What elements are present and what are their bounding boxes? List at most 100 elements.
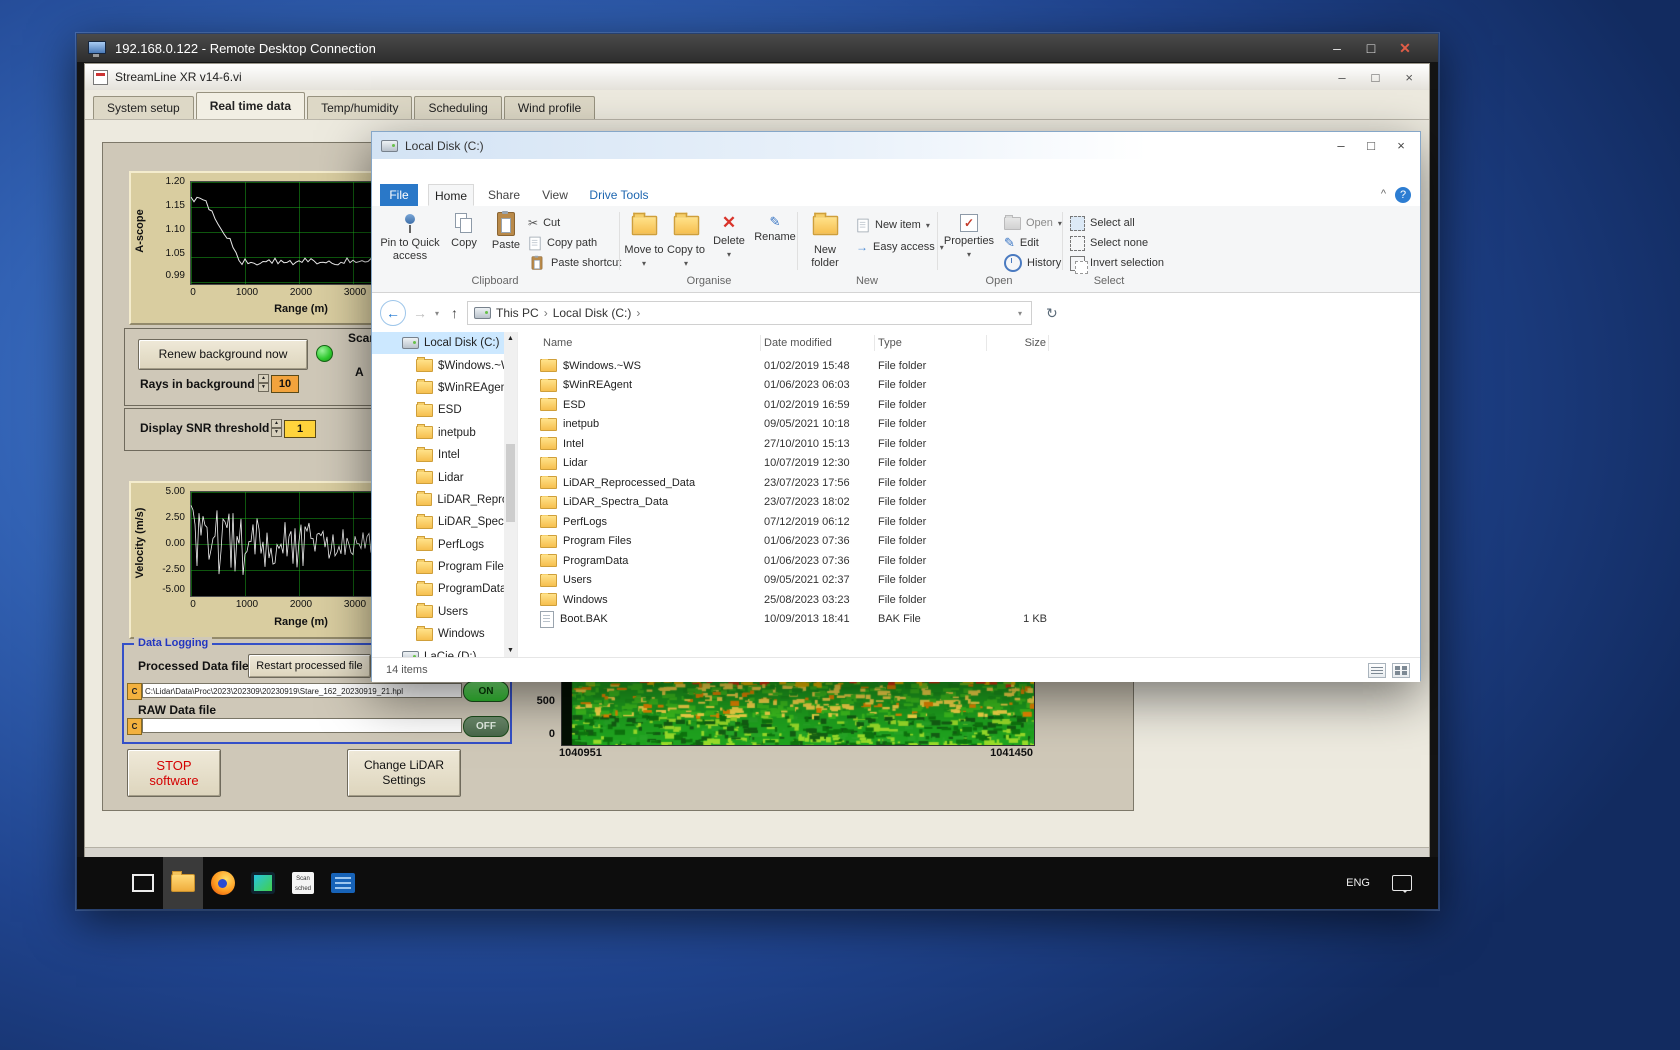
tree-item[interactable]: Local Disk (C:) [372,332,517,355]
tree-item[interactable]: $Windows.~W [372,354,517,376]
tree-item[interactable]: Program Files [372,556,517,578]
file-row[interactable]: LiDAR_Reprocessed_Data 23/07/2023 17:56 … [518,473,1420,493]
explorer-titlebar[interactable]: Local Disk (C:) – □ × [372,132,1420,159]
tree-item[interactable]: PerfLogs [372,534,517,556]
app-window-taskbar-button[interactable] [243,857,283,909]
restart-processed-file-button[interactable]: Restart processed file [248,654,371,678]
tab-share[interactable]: Share [482,184,526,206]
scroll-down-icon[interactable]: ▼ [504,644,517,657]
file-row[interactable]: ESD 01/02/2019 16:59 File folder [518,395,1420,415]
delete-button[interactable]: ✕ Delete ▾ [708,209,750,273]
close-button[interactable]: × [1405,70,1413,85]
file-row[interactable]: PerfLogs 07/12/2019 06:12 File folder [518,512,1420,532]
rename-button[interactable]: ✎ Rename [752,209,798,273]
close-button[interactable]: ✕ [1396,40,1414,57]
spin-down-icon[interactable]: ▼ [258,383,269,392]
open-button[interactable]: Open ▾ [1004,214,1062,232]
tab-scheduling[interactable]: Scheduling [414,96,502,119]
minimize-button[interactable]: – [1328,40,1346,57]
maximize-button[interactable]: □ [1360,138,1382,153]
address-dropdown-icon[interactable]: ▾ [1018,309,1022,318]
renew-background-button[interactable]: Renew background now [138,339,308,370]
maximize-button[interactable]: □ [1362,40,1380,57]
tab-wind-profile[interactable]: Wind profile [503,96,596,119]
help-icon[interactable]: ? [1395,187,1411,203]
file-row[interactable]: Boot.BAK 10/09/2013 18:41 BAK File 1 KB [518,610,1420,630]
tree-scrollbar[interactable]: ▲ ▼ [504,332,517,657]
history-button[interactable]: History [1004,254,1061,272]
raw-file-path-input[interactable] [142,718,462,733]
new-folder-button[interactable]: New folder [802,209,848,273]
column-header-name[interactable]: Name [518,335,761,351]
copy-path-button[interactable]: Copy path [528,234,597,252]
tab-real-time-data[interactable]: Real time data [195,92,306,119]
tree-item[interactable]: $WinREAgent [372,377,517,399]
refresh-icon[interactable]: ↻ [1046,305,1058,322]
tree-item[interactable]: Users [372,601,517,623]
tree-item[interactable]: inetpub [372,422,517,444]
select-none-button[interactable]: Select none [1070,234,1148,252]
new-item-button[interactable]: New item ▾ [856,216,930,234]
move-to-button[interactable]: Move to ▾ [624,209,664,273]
collapse-ribbon-icon[interactable]: ^ [1381,188,1386,200]
select-all-button[interactable]: Select all [1070,214,1135,232]
easy-access-button[interactable]: → Easy access ▾ [856,238,944,256]
file-row[interactable]: $Windows.~WS 01/02/2019 15:48 File folde… [518,356,1420,376]
scan-scheduler-taskbar-button[interactable]: Scan sched [283,857,323,909]
pin-to-quick-access-button[interactable]: Pin to Quick access [380,209,440,273]
forward-button[interactable]: → [408,301,432,325]
spin-up-icon[interactable]: ▲ [271,419,282,428]
scroll-up-icon[interactable]: ▲ [504,332,517,345]
change-lidar-settings-button[interactable]: Change LiDAR Settings [347,749,461,797]
tab-file[interactable]: File [380,184,418,206]
minimize-button[interactable]: – [1338,70,1345,85]
notification-icon[interactable] [1392,875,1412,893]
tab-view[interactable]: View [534,184,576,206]
firefox-taskbar-button[interactable] [203,857,243,909]
file-row[interactable]: $WinREAgent 01/06/2023 06:03 File folder [518,376,1420,396]
minimize-button[interactable]: – [1330,138,1352,153]
breadcrumb-chevron-icon[interactable]: › [636,306,640,320]
cut-button[interactable]: ✂ Cut [528,214,560,232]
file-row[interactable]: Intel 27/10/2010 15:13 File folder [518,434,1420,454]
snr-spinner[interactable]: ▲ ▼ [271,419,282,437]
address-box[interactable]: This PC › Local Disk (C:) › ▾ [467,301,1033,325]
tab-temp-humidity[interactable]: Temp/humidity [307,96,413,119]
column-header-date[interactable]: Date modified [761,335,875,351]
spin-down-icon[interactable]: ▼ [271,428,282,437]
file-row[interactable]: inetpub 09/05/2021 10:18 File folder [518,415,1420,435]
copy-to-button[interactable]: Copy to ▾ [666,209,706,273]
tree-item[interactable]: ProgramData [372,578,517,600]
details-view-icon[interactable] [1368,662,1386,678]
spin-up-icon[interactable]: ▲ [258,374,269,383]
file-row[interactable]: Users 09/05/2021 02:37 File folder [518,571,1420,591]
close-button[interactable]: × [1390,138,1412,153]
file-row[interactable]: Lidar 10/07/2019 12:30 File folder [518,454,1420,474]
paste-button[interactable]: Paste [486,209,526,273]
file-explorer-taskbar-button[interactable] [163,857,203,909]
console-taskbar-button[interactable] [323,857,363,909]
tree-item[interactable]: LiDAR_Spectra [372,511,517,533]
recent-locations-icon[interactable]: ▾ [435,309,439,318]
processed-file-path-input[interactable]: C:\Lidar\Data\Proc\2023\202309\20230919\… [142,683,462,698]
tree-item[interactable]: ESD [372,399,517,421]
labview-titlebar[interactable]: StreamLine XR v14-6.vi – □ × [85,64,1429,91]
edit-button[interactable]: ✎ Edit [1004,234,1039,252]
tree-item[interactable]: LiDAR_Reproce [372,489,517,511]
rays-value-field[interactable]: 10 [271,375,299,393]
breadcrumb-local-disk[interactable]: Local Disk (C:) [548,306,637,320]
file-row[interactable]: Windows 25/08/2023 03:23 File folder [518,590,1420,610]
file-row[interactable]: LiDAR_Spectra_Data 23/07/2023 18:02 File… [518,493,1420,513]
raw-logging-toggle[interactable]: OFF [463,716,509,737]
tab-system-setup[interactable]: System setup [93,96,194,119]
processed-logging-toggle[interactable]: ON [463,681,509,702]
tree-item[interactable]: Intel [372,444,517,466]
tree-item[interactable]: LaCie (D:) [372,645,517,657]
column-header-size[interactable]: Size [987,335,1049,351]
column-header-type[interactable]: Type [875,335,987,351]
invert-selection-button[interactable]: Invert selection [1070,254,1164,274]
back-button[interactable]: ← [380,300,406,326]
tree-item[interactable]: Lidar [372,466,517,488]
breadcrumb-this-pc[interactable]: This PC [491,306,544,320]
up-button[interactable]: ↑ [451,305,458,321]
